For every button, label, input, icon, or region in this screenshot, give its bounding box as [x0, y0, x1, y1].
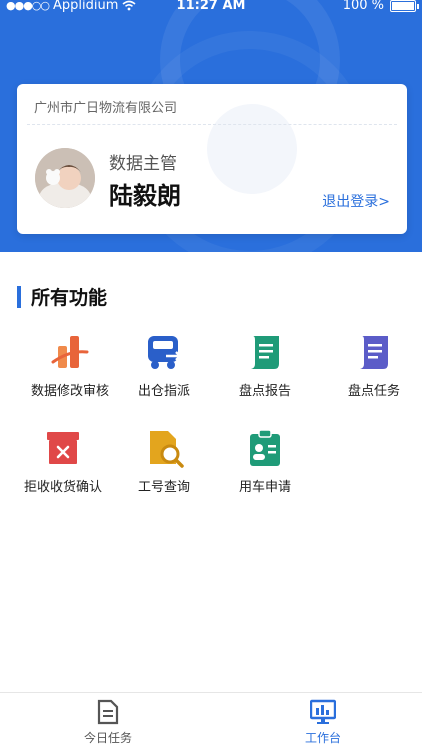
- func-inventory-task[interactable]: 盘点任务: [324, 332, 422, 399]
- battery-icon: [390, 0, 419, 12]
- nav-label: 今日任务: [83, 731, 132, 745]
- func-label: 数据修改审核: [30, 384, 109, 399]
- func-inventory-report[interactable]: 盘点报告: [215, 332, 315, 399]
- avatar[interactable]: [35, 148, 95, 208]
- card-decoration: [207, 104, 297, 194]
- func-label: 工号查询: [137, 480, 190, 495]
- monitor-icon: [309, 699, 337, 725]
- truck-dispatch-icon: [144, 332, 184, 372]
- section-title: 所有功能: [31, 287, 108, 309]
- company-name: 广州市广日物流有限公司: [34, 101, 178, 116]
- data-audit-icon: [50, 332, 90, 372]
- func-reject-confirm[interactable]: 拒收收货确认: [13, 428, 113, 495]
- task-scroll-icon: [354, 332, 394, 372]
- battery-percent: 100 %: [342, 0, 384, 13]
- profile-card: 广州市广日物流有限公司 数据主管 陆毅朗 退出登录>: [17, 84, 407, 234]
- logout-link[interactable]: 退出登录>: [322, 191, 390, 211]
- section-header: 所有功能: [17, 283, 107, 310]
- func-id-lookup[interactable]: 工号查询: [114, 428, 214, 495]
- bottom-nav: 今日任务 工作台: [0, 692, 422, 750]
- reject-box-icon: [43, 428, 83, 468]
- func-label: 拒收收货确认: [23, 480, 102, 495]
- nav-label: 工作台: [304, 731, 341, 745]
- func-data-audit[interactable]: 数据修改审核: [20, 332, 120, 399]
- func-label: 用车申请: [238, 480, 291, 495]
- func-label: 盘点报告: [238, 384, 291, 399]
- section-accent-bar: [17, 285, 21, 308]
- report-scroll-icon: [245, 332, 285, 372]
- id-search-icon: [144, 428, 184, 468]
- status-bar: ●●●○○ Applidium 11:27 AM 100 %: [0, 0, 422, 14]
- user-role: 数据主管: [109, 154, 177, 174]
- nav-today-tasks[interactable]: 今日任务: [53, 699, 163, 746]
- func-vehicle-request[interactable]: 用车申请: [215, 428, 315, 495]
- nav-workbench[interactable]: 工作台: [268, 699, 378, 746]
- vehicle-request-icon: [245, 428, 285, 468]
- card-divider: [27, 124, 397, 125]
- document-icon: [95, 699, 121, 725]
- user-name: 陆毅朗: [109, 182, 181, 210]
- status-right: 100 %: [342, 0, 419, 13]
- avatar-image: [35, 148, 95, 208]
- func-dispatch[interactable]: 出仓指派: [114, 332, 214, 399]
- func-label: 盘点任务: [347, 384, 400, 399]
- func-label: 出仓指派: [137, 384, 190, 399]
